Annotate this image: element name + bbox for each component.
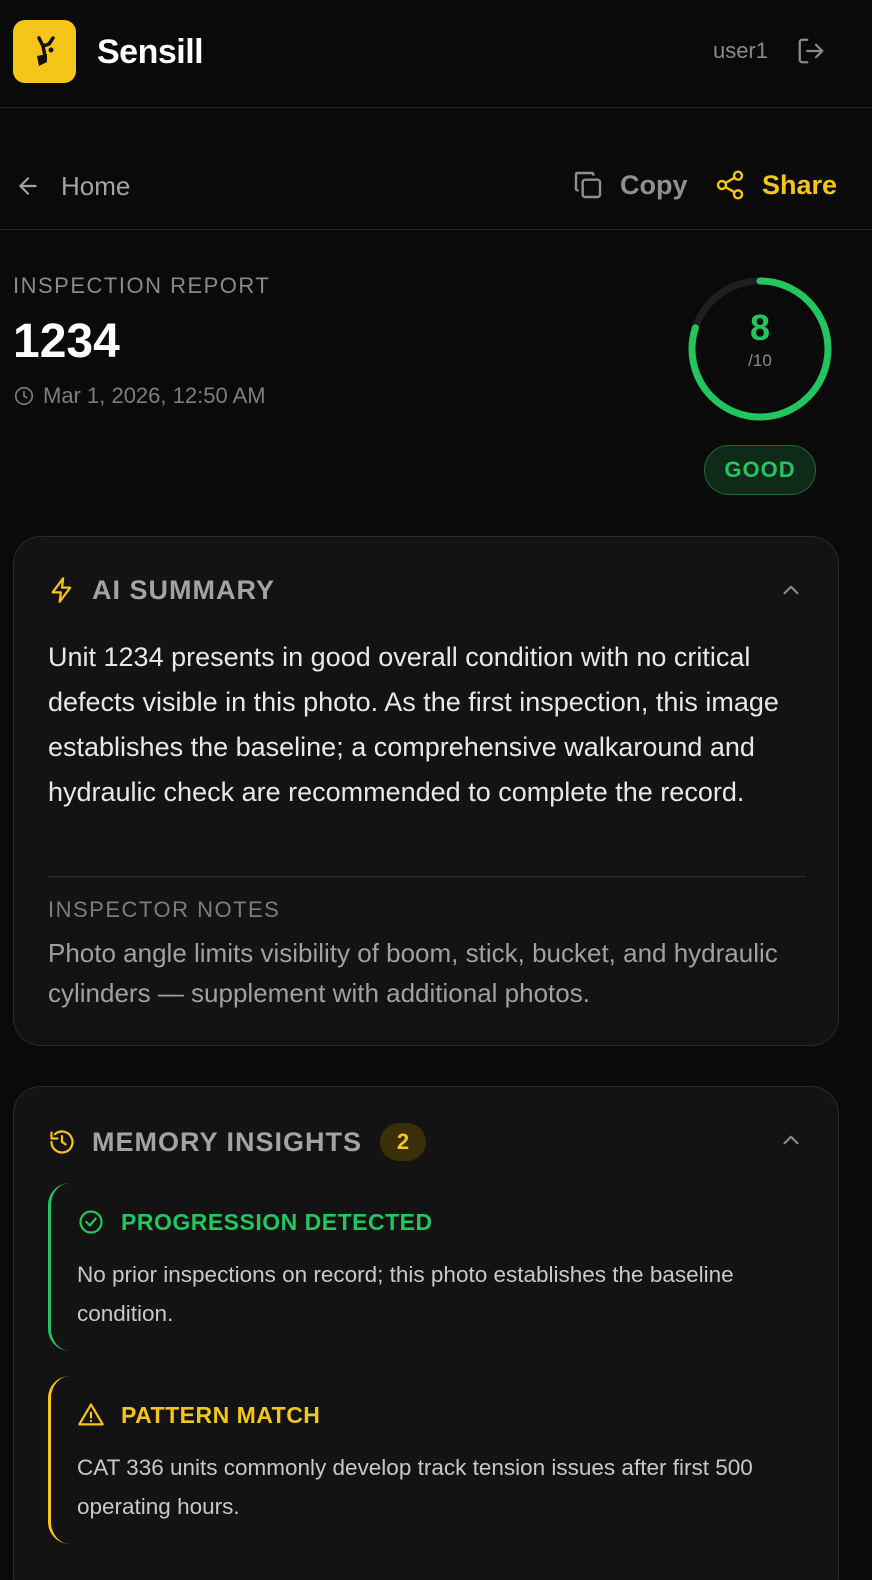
lightning-icon [51, 577, 72, 603]
timestamp-text: Mar 1, 2026, 12:50 AM [43, 383, 266, 408]
share-label: Share [762, 170, 838, 200]
inspector-notes-text: Photo angle limits visibility of boom, s… [48, 938, 778, 1008]
report-eyebrow: INSPECTION REPORT [13, 273, 271, 298]
logout-icon[interactable] [796, 36, 826, 66]
insight-title: PATTERN MATCH [121, 1402, 321, 1428]
arrow-left-icon [19, 177, 37, 195]
insight-text: No prior inspections on record; this pho… [77, 1262, 734, 1326]
warning-triangle-icon [78, 1403, 104, 1426]
divider [48, 876, 806, 877]
memory-insights-card: MEMORY INSIGHTS 2 PROGRESSION DETECTED N… [13, 1086, 839, 1580]
share-button[interactable]: Share [714, 168, 837, 202]
insight-text: CAT 336 units commonly develop track ten… [77, 1455, 753, 1519]
score-value: 8 [749, 307, 771, 348]
insight-header: PATTERN MATCH [77, 1400, 320, 1430]
share-icon [716, 170, 744, 200]
clock-icon [14, 386, 34, 406]
insight-title: PROGRESSION DETECTED [121, 1209, 433, 1235]
excavator-logo-icon[interactable] [13, 20, 76, 83]
back-home-link[interactable]: Home [15, 170, 130, 202]
ai-summary-header[interactable]: AI SUMMARY [48, 573, 275, 607]
chevron-up-icon[interactable] [778, 577, 804, 603]
copy-icon [574, 171, 602, 199]
history-icon [50, 1130, 74, 1154]
report-toolbar: Home Copy Share [0, 109, 872, 230]
ai-summary-card: AI SUMMARY Unit 1234 presents in good ov… [13, 536, 839, 1046]
rating-badge: GOOD [704, 445, 816, 495]
copy-button[interactable]: Copy [572, 168, 688, 202]
memory-insights-header[interactable]: MEMORY INSIGHTS 2 [48, 1123, 427, 1161]
back-home-label: Home [61, 171, 131, 201]
top-bar: Sensill user1 [0, 0, 872, 108]
memory-insights-title: MEMORY INSIGHTS [92, 1127, 363, 1157]
insight-progression: PROGRESSION DETECTED No prior inspection… [48, 1183, 808, 1351]
insight-header: PROGRESSION DETECTED [77, 1207, 433, 1237]
username: user1 [712, 38, 768, 63]
check-circle-icon [79, 1210, 103, 1234]
copy-label: Copy [620, 170, 688, 200]
ai-summary-title: AI SUMMARY [92, 575, 275, 605]
report-timestamp: Mar 1, 2026, 12:50 AM [13, 382, 266, 410]
insight-count-badge: 2 [380, 1123, 427, 1161]
chevron-up-icon[interactable] [778, 1127, 804, 1153]
insight-pattern-match: PATTERN MATCH CAT 336 units commonly dev… [48, 1376, 808, 1544]
brand-name: Sensill [97, 33, 204, 71]
score-max: /10 [748, 351, 772, 370]
report-id: 1234 [13, 315, 120, 368]
ai-summary-text: Unit 1234 presents in good overall condi… [48, 642, 779, 807]
inspector-notes-label: INSPECTOR NOTES [48, 897, 281, 922]
